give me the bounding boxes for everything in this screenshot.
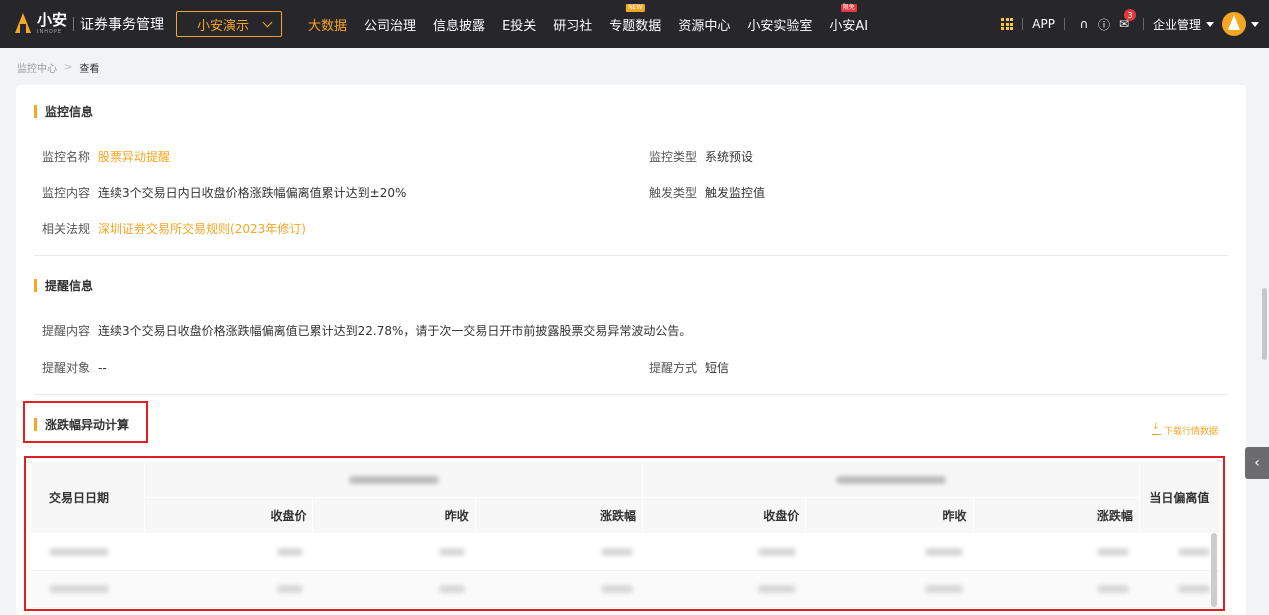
- field-monitor-content: 监控内容 连续3个交易日内日收盘价格涨跌幅偏离值累计达到±20%: [42, 186, 407, 200]
- col-group-header-2: [642, 461, 1140, 498]
- section-bar: [34, 105, 37, 118]
- field-trigger-type: 触发类型 触发监控值: [649, 186, 766, 200]
- download-market-data-link[interactable]: 下载行情数据: [1151, 422, 1218, 437]
- breadcrumb-parent[interactable]: 监控中心: [17, 60, 57, 75]
- col-header-date: 交易日日期: [29, 461, 146, 534]
- nav-item-disclosure[interactable]: 信息披露: [433, 15, 485, 34]
- apps-grid-icon[interactable]: [1001, 18, 1014, 30]
- nav-item-big-data[interactable]: 大数据: [308, 15, 347, 34]
- field-reminder-content: 提醒内容 连续3个交易日收盘价格涨跌幅偏离值已累计达到22.78%，请于次一交易…: [42, 324, 692, 338]
- divider: [1142, 18, 1144, 30]
- app-title: 证券事务管理: [80, 17, 165, 33]
- header-tools: APP ∩ ⓘ ✉ 3 企业管理: [1001, 0, 1259, 48]
- nav-item-resource-center[interactable]: 资源中心: [678, 15, 730, 34]
- col-header-close-2: 收盘价: [642, 497, 807, 534]
- download-icon: [1151, 422, 1161, 435]
- help-icon[interactable]: ⓘ: [1097, 17, 1111, 32]
- field-regulation: 相关法规 深圳证券交易所交易规则(2023年修订): [42, 220, 306, 237]
- col-header-deviation: 当日偏离值: [1138, 461, 1221, 534]
- nav-item-governance[interactable]: 公司治理: [364, 15, 416, 34]
- caret-down-icon[interactable]: [1251, 21, 1259, 27]
- section-monitor-info: 监控信息: [34, 103, 93, 120]
- logo-text: 小安: [37, 11, 68, 29]
- nav-item-ai[interactable]: 限免 小安AI: [829, 3, 868, 34]
- divider: [1063, 18, 1065, 30]
- message-icon[interactable]: ✉ 3: [1117, 9, 1136, 31]
- top-nav-bar: 小安 INHOPE 证券事务管理 小安演示 大数据 公司治理 信息披露 E投关 …: [0, 0, 1269, 48]
- org-select[interactable]: 小安演示: [176, 11, 283, 37]
- side-panel-toggle[interactable]: ‹: [1245, 447, 1269, 479]
- section-divider: [34, 255, 1228, 256]
- table-row: [30, 533, 1220, 571]
- col-header-close-1: 收盘价: [144, 497, 314, 534]
- org-select-value: 小安演示: [197, 18, 250, 34]
- col-header-change-1: 涨跌幅: [474, 497, 644, 534]
- divider: [1022, 18, 1024, 30]
- monitor-name-link[interactable]: 股票异动提醒: [98, 148, 170, 165]
- regulation-link[interactable]: 深圳证券交易所交易规则(2023年修订): [98, 220, 306, 237]
- free-badge: 限免: [840, 3, 857, 12]
- col-header-prev-2: 昨收: [805, 497, 974, 534]
- table-row: [30, 570, 1220, 608]
- chevron-down-icon: [262, 17, 273, 27]
- headset-icon[interactable]: ∩: [1077, 17, 1091, 31]
- field-monitor-name: 监控名称 股票异动提醒: [42, 148, 171, 165]
- section-bar: [34, 279, 37, 292]
- nav-item-academy[interactable]: 研习社: [553, 15, 592, 34]
- field-reminder-method: 提醒方式 短信: [649, 361, 730, 375]
- nav-item-investor-relations[interactable]: E投关: [502, 15, 536, 34]
- main-nav: 大数据 公司治理 信息披露 E投关 研习社 NEW 专题数据 资源中心 小安实验室…: [308, 0, 885, 48]
- field-monitor-type: 监控类型 系统预设: [649, 150, 754, 164]
- calc-table: 交易日日期 当日偏离值 收盘价 昨收 涨跌幅 收盘价 昨收 涨跌幅: [29, 461, 1221, 608]
- scrollbar-thumb[interactable]: [1262, 288, 1267, 360]
- section-divider: [34, 394, 1228, 395]
- breadcrumb-current: 查看: [79, 64, 100, 75]
- new-badge: NEW: [626, 3, 645, 12]
- avatar[interactable]: [1222, 12, 1246, 36]
- logo[interactable]: 小安 INHOPE: [14, 13, 67, 35]
- field-reminder-target: 提醒对象 --: [42, 360, 107, 376]
- breadcrumb: 监控中心 > 查看: [17, 60, 99, 75]
- user-menu-label[interactable]: 企业管理: [1153, 16, 1201, 33]
- chevron-right-icon: >: [64, 62, 73, 73]
- app-link[interactable]: APP: [1032, 17, 1055, 31]
- nav-item-topic-data[interactable]: NEW 专题数据: [609, 3, 661, 34]
- col-header-change-2: 涨跌幅: [972, 497, 1140, 534]
- col-header-prev-1: 昨收: [312, 497, 476, 534]
- nav-item-lab[interactable]: 小安实验室: [747, 15, 812, 34]
- table-scrollbar[interactable]: [1211, 533, 1217, 607]
- col-group-header-1: [144, 461, 644, 498]
- highlight-box-title: [23, 401, 148, 443]
- chevron-left-icon: ‹: [1254, 455, 1260, 471]
- page-scrollbar[interactable]: [1260, 48, 1269, 615]
- caret-down-icon[interactable]: [1206, 21, 1214, 27]
- section-reminder-info: 提醒信息: [34, 277, 93, 294]
- logo-subtext: INHOPE: [37, 29, 63, 35]
- logo-mark-icon: [14, 13, 32, 35]
- message-count-badge: 3: [1123, 9, 1136, 21]
- divider: [73, 17, 75, 31]
